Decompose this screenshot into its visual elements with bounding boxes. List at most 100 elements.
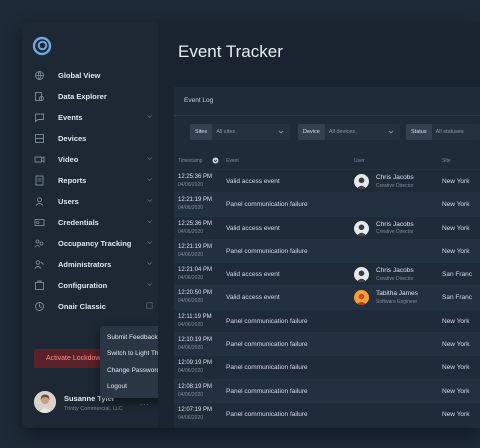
chevron-down-icon: [147, 283, 152, 287]
chevron-down-icon: [147, 220, 152, 224]
row-site: New York: [442, 224, 470, 232]
sidebar-item-data-explorer[interactable]: Data Explorer: [22, 86, 158, 107]
table-row[interactable]: 12:10:19 PM 04/06/2020 Panel communication…: [174, 332, 480, 356]
table-row[interactable]: 12:09:19 PM 04/06/2020 Panel communication…: [174, 355, 480, 378]
row-time: 12:08:19 PM: [178, 383, 213, 390]
sort-icon[interactable]: [212, 157, 219, 164]
user-avatar-icon: [354, 220, 369, 236]
sidebar: Global View Data Explorer Events Devices Vid…: [22, 22, 184, 428]
table-row[interactable]: 12:11:19 PM 04/06/2020 Panel communication…: [174, 308, 480, 332]
column-site[interactable]: Site: [442, 158, 451, 164]
row-event: Valid access event: [226, 224, 280, 232]
row-event: Panel communication failure: [226, 364, 308, 372]
row-date: 04/06/2020: [178, 391, 204, 398]
sidebar-item-label: Data Explorer: [58, 92, 107, 101]
sidebar-item-label: Configuration: [58, 281, 108, 290]
column-user[interactable]: User: [354, 158, 365, 164]
user-avatar-icon: [354, 290, 369, 306]
chevron-down-icon: [147, 199, 152, 203]
avatar[interactable]: [34, 391, 56, 413]
chevron-down-icon: [147, 178, 152, 182]
sidebar-item-onair-classic[interactable]: Onair Classic: [22, 296, 158, 317]
column-event[interactable]: Event: [226, 158, 239, 164]
more-options-button[interactable]: ...: [140, 398, 150, 407]
table-row[interactable]: 12:21:19 PM 04/06/2020 Panel communication…: [174, 238, 480, 263]
event-log-panel: Event Log Sites All sites Device All dev…: [174, 87, 480, 428]
sidebar-item-label: Devices: [58, 134, 87, 143]
row-date: 04/06/2020: [178, 298, 204, 305]
logo-icon[interactable]: [32, 36, 52, 56]
filter-value: All sites: [216, 129, 236, 135]
column-timestamp[interactable]: Timestamp: [178, 158, 203, 164]
row-time: 12:21:19 PM: [178, 197, 213, 204]
row-date: 04/06/2020: [178, 345, 204, 352]
table-row[interactable]: 12:07:19 PM 04/06/2020 Panel communication…: [174, 401, 480, 425]
sidebar-item-reports[interactable]: Reports: [22, 170, 158, 191]
sidebar-nav: Global View Data Explorer Events Devices Vid…: [22, 65, 158, 317]
app-window: Global View Data Explorer Events Devices Vid…: [22, 22, 480, 428]
row-site: San Franc: [442, 294, 472, 302]
filter-value: All statuses: [435, 129, 464, 135]
row-time: 12:10:19 PM: [178, 337, 213, 344]
sidebar-item-global-view[interactable]: Global View: [22, 65, 158, 86]
row-user[interactable]: Chris Jacobs: [376, 267, 414, 274]
row-time: 12:07:19 PM: [178, 406, 213, 413]
status-filter[interactable]: Status All statuses: [406, 124, 480, 140]
chevron-down-icon: [388, 130, 394, 134]
data-explorer-icon: [35, 92, 44, 101]
table-row[interactable]: 12:21:04 PM 04/06/2020 Valid access event C…: [174, 262, 480, 285]
configuration-icon: [35, 280, 44, 290]
avatar[interactable]: [354, 290, 369, 306]
row-time: 12:21:19 PM: [178, 243, 213, 250]
avatar[interactable]: [354, 267, 369, 283]
sidebar-item-devices[interactable]: Devices: [22, 128, 158, 149]
administrators-icon: [34, 260, 44, 269]
sidebar-item-events[interactable]: Events: [22, 107, 158, 128]
events-icon: [35, 113, 44, 123]
row-time: 12:09:19 PM: [178, 360, 213, 367]
row-user[interactable]: Chris Jacobs: [376, 221, 414, 228]
row-role: Software Engineer: [376, 298, 418, 305]
chevron-down-icon: [278, 130, 284, 134]
onair-classic-icon: [35, 302, 44, 311]
row-site: New York: [442, 317, 470, 325]
sidebar-item-occupancy-tracking[interactable]: Occupancy Tracking: [22, 233, 158, 254]
sidebar-item-users[interactable]: Users: [22, 191, 158, 212]
table-row[interactable]: 12:20:50 PM 04/06/2020 Valid access event T…: [174, 285, 480, 309]
credentials-icon: [34, 219, 45, 226]
devices-icon: [35, 134, 44, 143]
activate-lockdown-button[interactable]: Activate Lockdown: [34, 349, 110, 368]
row-date: 04/06/2020: [178, 182, 204, 188]
row-role: Creative Director: [376, 229, 414, 236]
filter-tag: Status: [406, 124, 432, 140]
table-row[interactable]: 12:21:19 PM 04/06/2020 Panel communication…: [174, 192, 480, 216]
row-site: San Franc: [442, 271, 472, 279]
row-date: 04/06/2020: [178, 368, 204, 375]
row-event: Valid access event: [226, 178, 280, 185]
sidebar-item-video[interactable]: Video: [22, 149, 158, 170]
table-row[interactable]: 12:25:36 PM 04/06/2020 Valid access event C…: [174, 215, 480, 239]
table-row[interactable]: 12:08:19 PM 04/06/2020 Panel communication…: [174, 378, 480, 402]
table-row[interactable]: 12:25:36 PM 04/06/2020 Valid access event C…: [174, 169, 480, 192]
row-user[interactable]: Chris Jacobs: [376, 174, 414, 181]
globe-icon: [35, 71, 44, 81]
row-site: New York: [442, 341, 470, 349]
video-icon: [34, 156, 45, 163]
avatar[interactable]: [354, 220, 369, 236]
row-site: New York: [442, 387, 470, 395]
sidebar-item-configuration[interactable]: Configuration: [22, 275, 158, 296]
chevron-down-icon: [147, 157, 152, 161]
divider: [174, 115, 480, 116]
device-filter[interactable]: Device All devices: [298, 124, 400, 140]
row-user[interactable]: Tabitha James: [376, 290, 418, 297]
avatar[interactable]: [354, 174, 369, 189]
sidebar-item-label: Administrators: [58, 260, 112, 269]
sites-filter[interactable]: Sites All sites: [190, 124, 290, 140]
sidebar-item-credentials[interactable]: Credentials: [22, 212, 158, 233]
row-time: 12:25:36 PM: [178, 174, 213, 180]
row-event: Panel communication failure: [226, 410, 308, 418]
row-event: Valid access event: [226, 271, 280, 279]
row-event: Panel communication failure: [226, 387, 308, 395]
sidebar-item-administrators[interactable]: Administrators: [22, 254, 158, 275]
row-event: Valid access event: [226, 294, 280, 302]
